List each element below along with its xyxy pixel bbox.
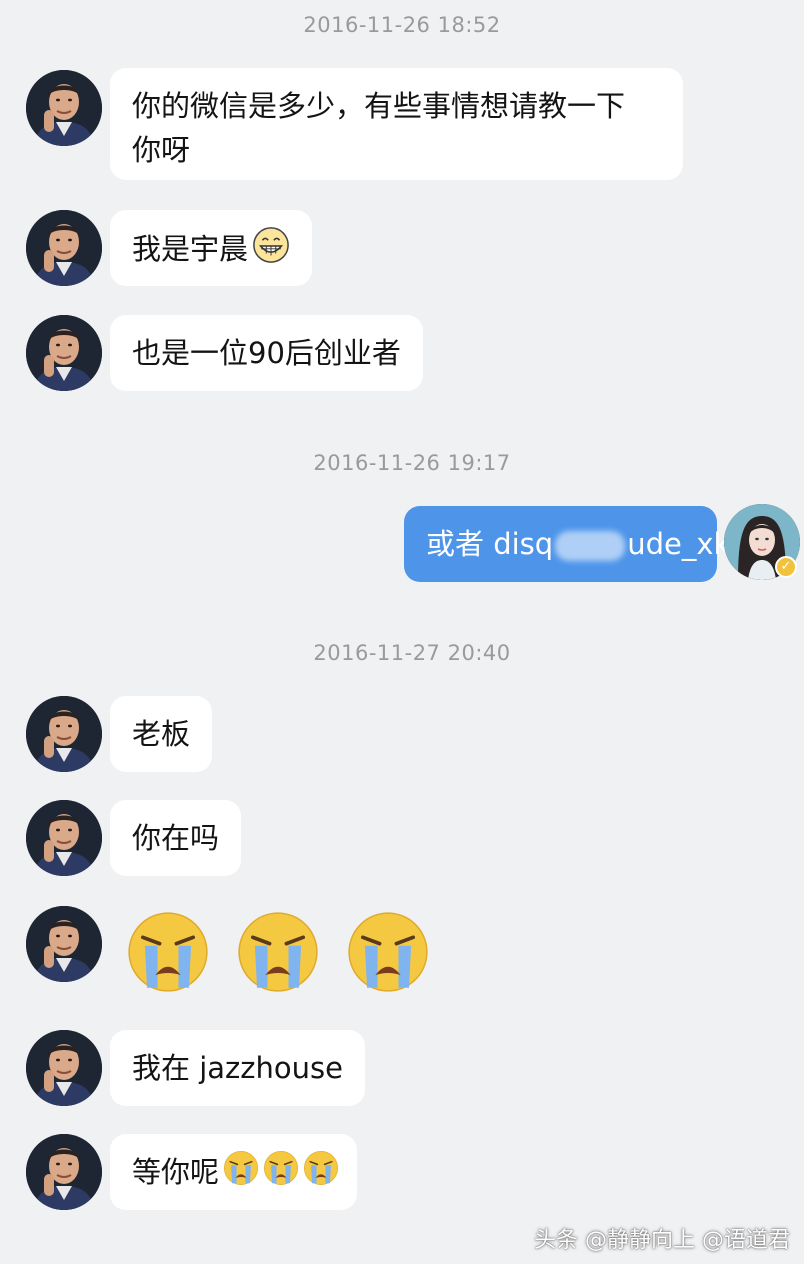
contact-avatar[interactable] [26,800,102,876]
avatar-image [26,906,102,982]
avatar-image [26,70,102,146]
crying-emoji-icon [223,1150,259,1198]
message-bubble[interactable]: 我是宇晨 [110,210,313,286]
outgoing-message-bubble[interactable]: 或者 disq ude_xk [404,506,730,582]
message-bubble[interactable]: 你在吗 [110,800,242,876]
message-text: 你呀 [132,133,191,167]
message-text: 或者 disq [426,527,554,561]
message-bubble[interactable]: 等你呢 [110,1134,358,1210]
avatar-image [26,800,102,876]
timestamp: 2016-11-27 20:40 [313,641,511,665]
avatar-image [26,696,102,772]
message-text: 我是宇晨 [132,232,249,266]
crying-emoji-icon[interactable] [126,910,210,998]
message-bubble[interactable]: 我在 jazzhouse [110,1030,365,1106]
message-text: 老板 [132,717,191,751]
watermark: 头条 @静静向上 @语道君 [534,1228,790,1253]
contact-avatar[interactable] [26,210,102,286]
contact-avatar[interactable] [26,906,102,982]
contact-avatar[interactable] [26,315,102,391]
contact-avatar[interactable] [26,696,102,772]
grin-emoji-icon [252,226,290,276]
crying-emoji-icon [303,1150,339,1198]
message-text: 等你呢 [132,1155,220,1189]
timestamp: 2016-11-26 19:17 [313,451,511,475]
verified-badge-icon: ✓ [775,556,797,578]
crying-emoji-icon[interactable] [236,910,320,998]
message-bubble[interactable]: 也是一位90后创业者 [110,315,423,391]
avatar-image [26,210,102,286]
message-text: ude_xk [627,527,731,561]
contact-avatar[interactable] [26,1134,102,1210]
crying-emoji-icon[interactable] [346,910,430,998]
message-bubble[interactable]: 你的微信是多少，有些事情想请教一下 你呀 [110,68,683,180]
message-bubble[interactable]: 老板 [110,696,213,772]
contact-avatar[interactable] [26,70,102,146]
avatar-image [26,1134,102,1210]
message-text: 你在吗 [132,821,220,855]
avatar-image [26,315,102,391]
message-text: 你的微信是多少，有些事情想请教一下 [132,89,626,123]
message-text: 也是一位90后创业者 [132,336,401,370]
avatar-image [26,1030,102,1106]
timestamp: 2016-11-26 18:52 [303,13,501,37]
message-text: 我在 jazzhouse [132,1051,343,1085]
crying-emoji-icon [263,1150,299,1198]
contact-avatar[interactable] [26,1030,102,1106]
redaction-blur [555,531,626,561]
